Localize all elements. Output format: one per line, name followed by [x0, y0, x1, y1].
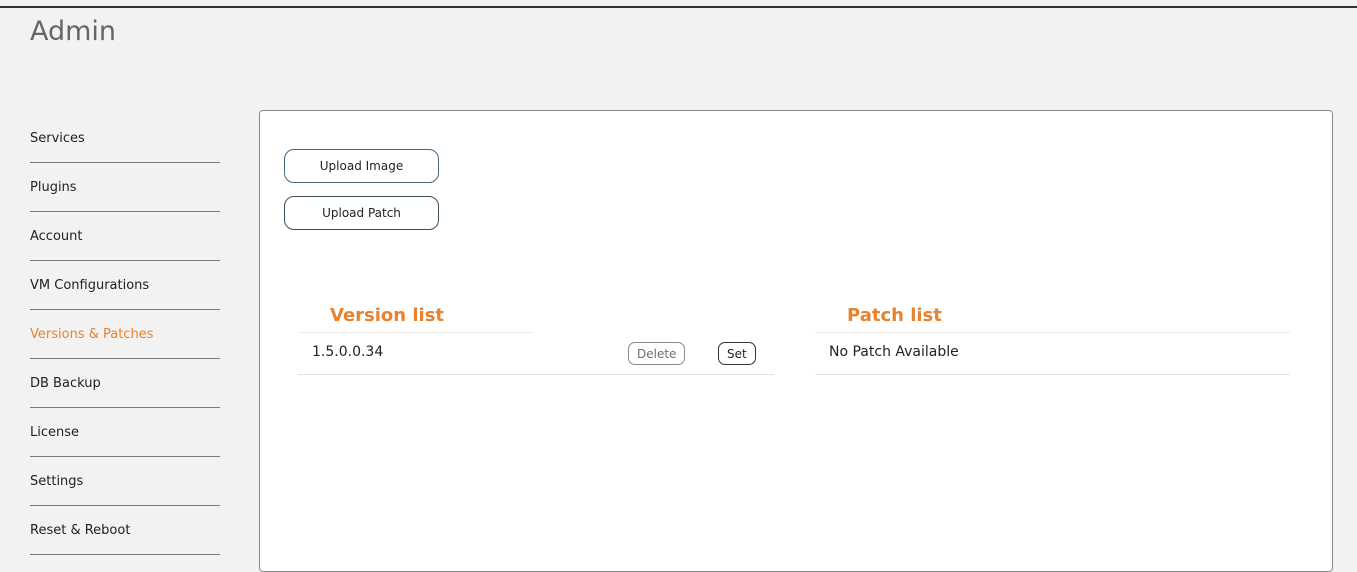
sidebar-nav: Services Plugins Account VM Configuratio… [30, 115, 220, 556]
delete-version-button[interactable]: Delete [628, 342, 686, 365]
sidebar-item-services[interactable]: Services [30, 115, 220, 163]
sidebar-item-settings[interactable]: Settings [30, 458, 220, 506]
patch-list-heading: Patch list [847, 305, 942, 326]
version-row: 1.5.0.0.34 Delete Set [298, 335, 774, 375]
top-border [0, 6, 1357, 8]
set-version-button[interactable]: Set [718, 342, 756, 365]
upload-image-button[interactable]: Upload Image [284, 149, 439, 183]
sidebar-item-license[interactable]: License [30, 409, 220, 457]
sidebar-item-plugins[interactable]: Plugins [30, 164, 220, 212]
no-patch-text: No Patch Available [829, 344, 959, 360]
sidebar-item-versions-patches[interactable]: Versions & Patches [30, 311, 220, 359]
version-number: 1.5.0.0.34 [312, 344, 384, 360]
patch-row: No Patch Available [815, 335, 1290, 375]
versions-patches-panel: Upload Image Upload Patch Version list 1… [259, 110, 1333, 572]
upload-patch-button[interactable]: Upload Patch [284, 196, 439, 230]
version-list-heading: Version list [330, 305, 445, 326]
version-heading-divider [298, 332, 534, 333]
sidebar-item-account[interactable]: Account [30, 213, 220, 261]
sidebar-item-vm-configurations[interactable]: VM Configurations [30, 262, 220, 310]
sidebar-item-reset-reboot[interactable]: Reset & Reboot [30, 507, 220, 555]
page-title: Admin [30, 16, 117, 47]
sidebar-item-db-backup[interactable]: DB Backup [30, 360, 220, 408]
patch-heading-divider [815, 332, 1290, 333]
